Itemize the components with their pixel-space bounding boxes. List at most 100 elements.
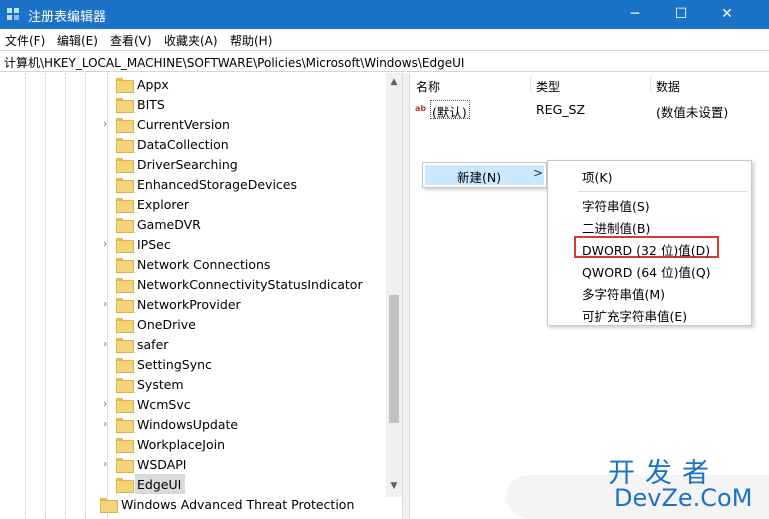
- menu-separator: [578, 191, 748, 192]
- tree-item-safer[interactable]: › safer: [0, 335, 390, 355]
- submenu-item-key[interactable]: 项(K): [582, 167, 612, 186]
- tree-item-settingsync[interactable]: SettingSync: [0, 355, 390, 375]
- folder-icon: [116, 358, 134, 373]
- scrollbar-thumb[interactable]: [389, 295, 399, 423]
- pane-splitter[interactable]: [402, 73, 410, 519]
- scroll-down-arrow-icon[interactable]: ▼: [389, 481, 399, 491]
- tree-item-network-connections[interactable]: Network Connections: [0, 255, 390, 275]
- folder-icon: [116, 258, 134, 273]
- tree-item-label: DataCollection: [137, 137, 229, 152]
- value-data: (数值未设置): [656, 105, 729, 120]
- tree-item-workplacejoin[interactable]: WorkplaceJoin: [0, 435, 390, 455]
- scroll-up-arrow-icon[interactable]: ▲: [389, 77, 399, 87]
- folder-icon: [116, 138, 134, 153]
- folder-icon: [116, 278, 134, 293]
- minimize-button[interactable]: ─: [612, 0, 658, 29]
- watermark: 开发者 DevZe.CoM: [506, 449, 769, 519]
- tree-item-label: DriverSearching: [137, 157, 238, 172]
- context-menu-new-label: 新建(N): [457, 170, 502, 185]
- submenu-item-multi-string-value[interactable]: 多字符串值(M): [582, 284, 665, 303]
- tree-item-edgeui[interactable]: EdgeUI: [0, 475, 390, 495]
- chevron-right-icon[interactable]: ›: [103, 418, 113, 430]
- submenu-item-dword-value[interactable]: DWORD (32 位)值(D): [582, 240, 710, 259]
- new-submenu: 项(K) 字符串值(S) 二进制值(B) DWORD (32 位)值(D) QW…: [547, 160, 752, 326]
- tree-item-ipsec[interactable]: › IPSec: [0, 235, 390, 255]
- tree-item-windows-advanced-threat-protection[interactable]: Windows Advanced Threat Protection: [0, 495, 390, 515]
- tree-item-wcmsvc[interactable]: › WcmSvc: [0, 395, 390, 415]
- column-separator[interactable]: [650, 76, 651, 92]
- tree-item-label: CurrentVersion: [137, 117, 230, 132]
- tree-item-networkconnectivitystatusindicator[interactable]: NetworkConnectivityStatusIndicator: [0, 275, 390, 295]
- folder-icon: [116, 458, 134, 473]
- tree-item-label: WorkplaceJoin: [137, 437, 226, 452]
- folder-icon: [116, 98, 134, 113]
- chevron-right-icon[interactable]: ›: [103, 298, 113, 310]
- folder-icon: [116, 118, 134, 133]
- tree-item-windowsupdate[interactable]: › WindowsUpdate: [0, 415, 390, 435]
- close-button[interactable]: ✕: [704, 0, 750, 29]
- column-header-data[interactable]: 数据: [656, 78, 680, 95]
- submenu-item-expandable-string-value[interactable]: 可扩充字符串值(E): [582, 306, 687, 325]
- tree-item-enhancedstoragedevices[interactable]: EnhancedStorageDevices: [0, 175, 390, 195]
- tree-item-label: WindowsUpdate: [137, 417, 239, 432]
- tree-item-label: GameDVR: [137, 217, 201, 232]
- value-name[interactable]: (默认): [432, 102, 467, 121]
- maximize-button[interactable]: ☐: [658, 0, 704, 29]
- tree-item-system[interactable]: System: [0, 375, 390, 395]
- tree-item-bits[interactable]: BITS: [0, 95, 390, 115]
- tree-item-label: BITS: [137, 97, 165, 112]
- folder-icon: [116, 398, 134, 413]
- tree-item-label: EdgeUI: [137, 477, 182, 492]
- address-bar[interactable]: 计算机\HKEY_LOCAL_MACHINE\SOFTWARE\Policies…: [0, 50, 769, 72]
- tree-item-label: NetworkProvider: [137, 297, 241, 312]
- column-header-type[interactable]: 类型: [536, 78, 560, 95]
- tree-item-label: WSDAPI: [137, 457, 187, 472]
- tree-item-wsdapi[interactable]: › WSDAPI: [0, 455, 390, 475]
- chevron-right-icon[interactable]: ›: [103, 458, 113, 470]
- regedit-app-icon: [7, 8, 20, 21]
- menu-favorites[interactable]: 收藏夹(A): [164, 32, 218, 49]
- tree-item-currentversion[interactable]: › CurrentVersion: [0, 115, 390, 135]
- tree-item-gamedvr[interactable]: GameDVR: [0, 215, 390, 235]
- address-path[interactable]: 计算机\HKEY_LOCAL_MACHINE\SOFTWARE\Policies…: [4, 54, 464, 71]
- tree-scrollbar[interactable]: ▲ ▼: [386, 73, 402, 497]
- folder-icon: [116, 198, 134, 213]
- tree-item-datacollection[interactable]: DataCollection: [0, 135, 390, 155]
- submenu-item-binary-value[interactable]: 二进制值(B): [582, 218, 650, 237]
- tree-item-onedrive[interactable]: OneDrive: [0, 315, 390, 335]
- chevron-right-icon: >: [533, 166, 544, 180]
- folder-icon: [116, 418, 134, 433]
- title-bar: 注册表编辑器 ─ ☐ ✕: [0, 0, 769, 29]
- tree-item-label: Windows Advanced Threat Protection: [121, 497, 355, 512]
- registry-tree[interactable]: Appx BITS › CurrentVersion DataCollection…: [0, 73, 402, 519]
- tree-item-explorer[interactable]: Explorer: [0, 195, 390, 215]
- folder-icon: [116, 438, 134, 453]
- tree-item-label: safer: [137, 337, 169, 352]
- folder-icon: [116, 378, 134, 393]
- chevron-right-icon[interactable]: ›: [103, 398, 113, 410]
- chevron-right-icon[interactable]: ›: [103, 338, 113, 350]
- folder-icon: [116, 78, 134, 93]
- folder-icon: [116, 338, 134, 353]
- column-header-name[interactable]: 名称: [416, 78, 440, 95]
- folder-icon: [116, 238, 134, 253]
- context-menu: 新建(N) >: [422, 162, 547, 188]
- menu-edit[interactable]: 编辑(E): [57, 32, 98, 49]
- submenu-item-string-value[interactable]: 字符串值(S): [582, 196, 650, 215]
- tree-item-driversearching[interactable]: DriverSearching: [0, 155, 390, 175]
- tree-item-label: NetworkConnectivityStatusIndicator: [137, 277, 363, 292]
- folder-icon: [116, 158, 134, 173]
- submenu-item-qword-value[interactable]: QWORD (64 位)值(Q): [582, 262, 711, 281]
- chevron-right-icon[interactable]: ›: [103, 238, 113, 250]
- menu-view[interactable]: 查看(V): [110, 32, 152, 49]
- menu-help[interactable]: 帮助(H): [230, 32, 272, 49]
- folder-icon: [116, 218, 134, 233]
- menu-file[interactable]: 文件(F): [5, 32, 45, 49]
- chevron-right-icon[interactable]: ›: [103, 118, 113, 130]
- tree-item-appx[interactable]: Appx: [0, 75, 390, 95]
- folder-icon: [116, 318, 134, 333]
- folder-icon: [116, 298, 134, 313]
- tree-item-networkprovider[interactable]: › NetworkProvider: [0, 295, 390, 315]
- column-separator[interactable]: [530, 76, 531, 92]
- folder-icon: [116, 178, 134, 193]
